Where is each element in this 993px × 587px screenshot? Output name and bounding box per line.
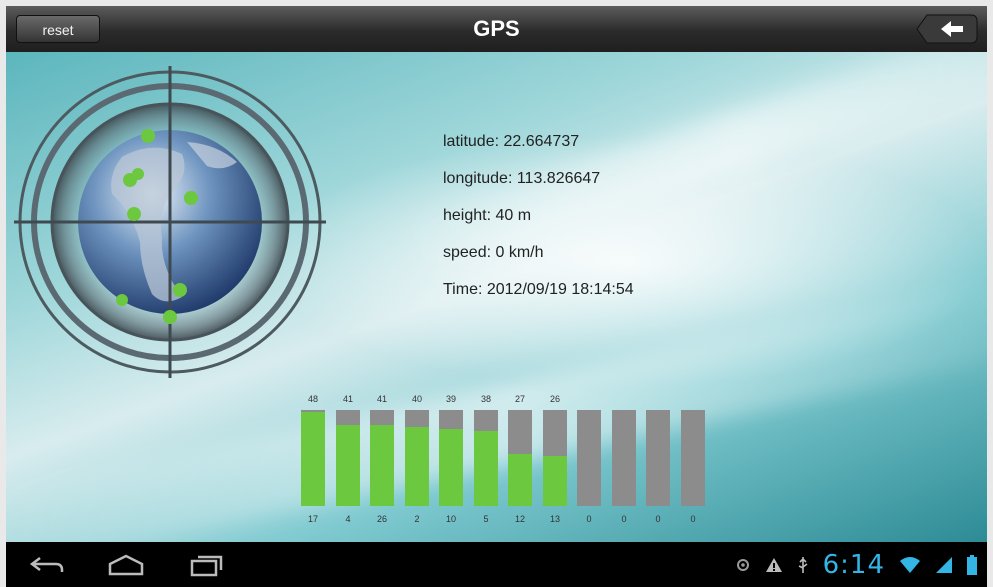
satellite-bar-track (439, 410, 463, 506)
signal-icon (936, 557, 952, 573)
longitude-readout: longitude: 113.826647 (443, 170, 601, 187)
satellite-bar-fill (405, 427, 429, 506)
satellite-bar: 48 17 (299, 392, 327, 532)
satellite-bar-fill (543, 456, 567, 506)
time-readout: Time: 2012/09/19 18:14:54 (443, 281, 634, 298)
satellite-id-label: 12 (514, 514, 525, 524)
satellite-bar-fill (301, 412, 325, 506)
satellite-bar-fill (474, 431, 498, 506)
back-arrow-icon (916, 14, 978, 44)
satellite-id-label: 26 (376, 514, 387, 524)
satellite-id-label: 0 (655, 514, 661, 524)
satellite-signal-label: 41 (342, 394, 353, 404)
status-clock: 6:14 (822, 550, 885, 580)
satellite-bar: 40 2 (403, 392, 431, 532)
speed-readout: speed: 0 km/h (443, 244, 544, 261)
satellite-id-label: 13 (549, 514, 560, 524)
satellite-id-label: 0 (690, 514, 696, 524)
gps-icon (736, 559, 749, 571)
nav-back-button[interactable] (26, 552, 70, 578)
satellite-bar: 39 10 (437, 392, 465, 532)
satellite-bar-track (543, 410, 567, 506)
satellite-bar: 27 12 (506, 392, 534, 532)
satellite-id-label: 4 (345, 514, 351, 524)
latitude-readout: latitude: 22.664737 (443, 133, 580, 150)
satellite-bar-track (612, 410, 636, 506)
nav-recent-apps-button[interactable] (184, 552, 228, 578)
satellite-id-label: 2 (414, 514, 420, 524)
satellite-radar (14, 66, 326, 378)
height-readout: height: 40 m (443, 207, 532, 224)
status-area: 6:14 (735, 548, 977, 582)
recent-apps-icon (190, 555, 223, 577)
satellite-signal-bars: 48 17 41 4 41 26 40 2 39 10 38 5 27 12 26 13 0 0 0 0 (299, 392, 709, 532)
satellite-bar-track (474, 410, 498, 506)
gps-main-panel: latitude: 22.664737 longitude: 113.82664… (6, 52, 987, 542)
satellite-bar: 0 (610, 392, 638, 532)
satellite-bar-track (681, 410, 705, 506)
satellite-signal-label: 39 (445, 394, 456, 404)
back-icon (29, 557, 64, 572)
satellite-id-label: 0 (621, 514, 627, 524)
warning-icon (765, 558, 782, 572)
battery-icon (967, 555, 977, 575)
satellite-bar-track (336, 410, 360, 506)
satellite-bar-fill (336, 425, 360, 506)
satellite-signal-label: 40 (411, 394, 422, 404)
satellite-signal-label (644, 392, 672, 406)
satellite-bar-track (646, 410, 670, 506)
satellite-bar: 0 (679, 392, 707, 532)
wifi-icon (900, 557, 920, 573)
satellite-bar-track (301, 410, 325, 506)
satellite-id-label: 5 (483, 514, 489, 524)
satellite-id-label: 10 (445, 514, 456, 524)
satellite-bar-fill (370, 425, 394, 506)
satellite-bar: 0 (644, 392, 672, 532)
satellite-signal-label: 41 (376, 394, 387, 404)
satellite-signal-label: 48 (307, 394, 318, 404)
satellite-signal-label (575, 392, 603, 406)
satellite-bar: 0 (575, 392, 603, 532)
usb-icon (798, 557, 808, 573)
satellite-signal-label: 27 (514, 394, 525, 404)
satellite-bar: 41 4 (334, 392, 362, 532)
satellite-bar-track (508, 410, 532, 506)
satellite-signal-label: 26 (549, 394, 560, 404)
satellite-bar-track (577, 410, 601, 506)
back-button[interactable] (915, 13, 979, 45)
satellite-signal-label (679, 392, 707, 406)
nav-home-button[interactable] (104, 552, 148, 578)
satellite-bar-fill (439, 429, 463, 506)
satellite-bar: 41 26 (368, 392, 396, 532)
home-icon (108, 554, 144, 576)
satellite-id-label: 17 (307, 514, 318, 524)
satellite-id-label: 0 (586, 514, 592, 524)
page-title: GPS (473, 16, 520, 41)
satellite-bar-track (405, 410, 429, 506)
satellite-bar-track (370, 410, 394, 506)
gps-info: latitude: 22.664737 longitude: 113.82664… (443, 132, 634, 317)
satellite-bar: 38 5 (472, 392, 500, 532)
title-bar: reset GPS (6, 6, 987, 53)
satellite-bar-fill (508, 454, 532, 506)
satellite-bar: 26 13 (541, 392, 569, 532)
satellite-signal-label (610, 392, 638, 406)
system-nav-bar: 6:14 (6, 542, 987, 587)
satellite-signal-label: 38 (480, 394, 491, 404)
